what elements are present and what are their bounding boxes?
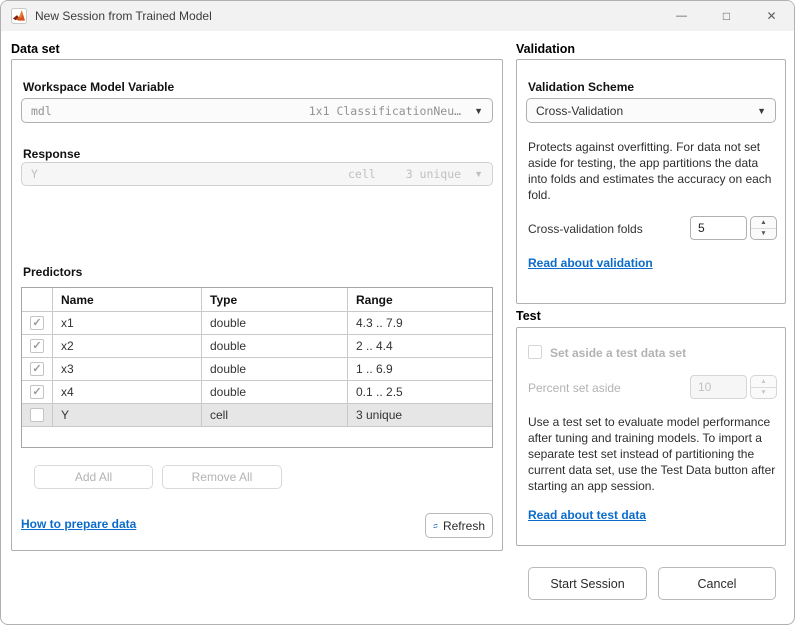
cross-validation-folds-input[interactable]: 5 [690,216,747,240]
workspace-variable-summary: 1x1 ClassificationNeu… [309,104,461,118]
refresh-icon [433,519,438,533]
cell-type: double [202,381,348,404]
cell-name: x1 [53,312,202,335]
row-checkbox[interactable]: ✓ [30,316,44,330]
cell-name: x4 [53,381,202,404]
table-row[interactable]: ✓ x2 double 2 .. 4.4 [22,335,492,358]
percent-set-aside-label: Percent set aside [528,381,621,395]
check-icon: ✓ [32,318,41,329]
cell-name: Y [53,404,202,427]
start-session-button[interactable]: Start Session [528,567,647,600]
validation-section-title: Validation [516,42,575,56]
spinner-up-icon: ▲ [751,376,776,388]
chevron-down-icon: ▼ [474,169,483,179]
response-label: Response [23,147,80,161]
predictors-header-row: Name Type Range [22,288,492,312]
window-title: New Session from Trained Model [35,9,212,23]
spinner-up-icon[interactable]: ▲ [751,217,776,229]
dataset-section-title: Data set [11,42,60,56]
cancel-button[interactable]: Cancel [658,567,776,600]
refresh-button[interactable]: Refresh [425,513,493,538]
empty-table-row [22,427,492,447]
folds-spinner: ▲ ▼ [750,216,777,240]
table-row[interactable]: Y cell 3 unique [22,404,492,427]
predictors-label: Predictors [23,265,82,279]
table-row[interactable]: ✓ x4 double 0.1 .. 2.5 [22,381,492,404]
spinner-down-icon: ▼ [751,388,776,399]
title-bar: New Session from Trained Model — □ ✕ [1,1,794,31]
read-about-test-data-link[interactable]: Read about test data [528,508,646,522]
check-icon: ✓ [32,341,41,352]
window-controls: — □ ✕ [659,1,794,31]
percent-set-aside-input: 10 [690,375,747,399]
check-icon: ✓ [32,364,41,375]
validation-scheme-label: Validation Scheme [528,80,634,94]
workspace-variable-label: Workspace Model Variable [23,80,174,94]
chevron-down-icon: ▼ [757,106,766,116]
row-checkbox[interactable]: ✓ [30,362,44,376]
cell-type: double [202,312,348,335]
row-checkbox[interactable] [30,408,44,422]
test-section-title: Test [516,309,541,323]
cell-range: 3 unique [348,404,492,427]
cell-range: 4.3 .. 7.9 [348,312,492,335]
cell-range: 2 .. 4.4 [348,335,492,358]
column-header-range: Range [348,288,492,312]
cross-validation-folds-label: Cross-validation folds [528,222,643,236]
validation-scheme-value: Cross-Validation [536,104,623,118]
check-icon: ✓ [32,387,41,398]
test-description: Use a test set to evaluate model perform… [528,415,780,495]
column-header-type: Type [202,288,348,312]
validation-scheme-dropdown[interactable]: Cross-Validation ▼ [526,98,776,123]
cell-type: cell [202,404,348,427]
response-value: Y [31,167,38,181]
percent-spinner: ▲ ▼ [750,375,777,399]
header-checkbox-column [22,288,53,312]
row-checkbox[interactable]: ✓ [30,339,44,353]
response-type: cell [348,167,376,181]
add-all-button[interactable]: Add All [34,465,153,489]
table-row[interactable]: ✓ x1 double 4.3 .. 7.9 [22,312,492,335]
chevron-down-icon: ▼ [474,106,483,116]
response-range: 3 unique [406,167,461,181]
workspace-variable-value: mdl [31,104,52,118]
cell-range: 0.1 .. 2.5 [348,381,492,404]
cell-type: double [202,358,348,381]
cell-type: double [202,335,348,358]
close-icon[interactable]: ✕ [749,1,794,31]
predictors-table: Name Type Range ✓ x1 double 4.3 .. 7.9 ✓… [21,287,493,448]
cell-range: 1 .. 6.9 [348,358,492,381]
table-row[interactable]: ✓ x3 double 1 .. 6.9 [22,358,492,381]
spinner-down-icon[interactable]: ▼ [751,229,776,240]
set-aside-test-label: Set aside a test data set [550,346,686,360]
response-dropdown: Y cell 3 unique ▼ [21,162,493,186]
column-header-name: Name [53,288,202,312]
how-to-prepare-data-link[interactable]: How to prepare data [21,517,136,531]
cell-name: x2 [53,335,202,358]
set-aside-test-checkbox[interactable] [528,345,542,359]
refresh-label: Refresh [443,519,485,533]
row-checkbox[interactable]: ✓ [30,385,44,399]
validation-description: Protects against overfitting. For data n… [528,140,778,204]
matlab-logo-icon [11,8,27,24]
remove-all-button[interactable]: Remove All [162,465,282,489]
maximize-icon[interactable]: □ [704,1,749,31]
cell-name: x3 [53,358,202,381]
minimize-icon[interactable]: — [659,1,704,31]
dialog-window: New Session from Trained Model — □ ✕ Dat… [0,0,795,625]
read-about-validation-link[interactable]: Read about validation [528,256,653,270]
workspace-variable-dropdown[interactable]: mdl 1x1 ClassificationNeu… ▼ [21,98,493,123]
